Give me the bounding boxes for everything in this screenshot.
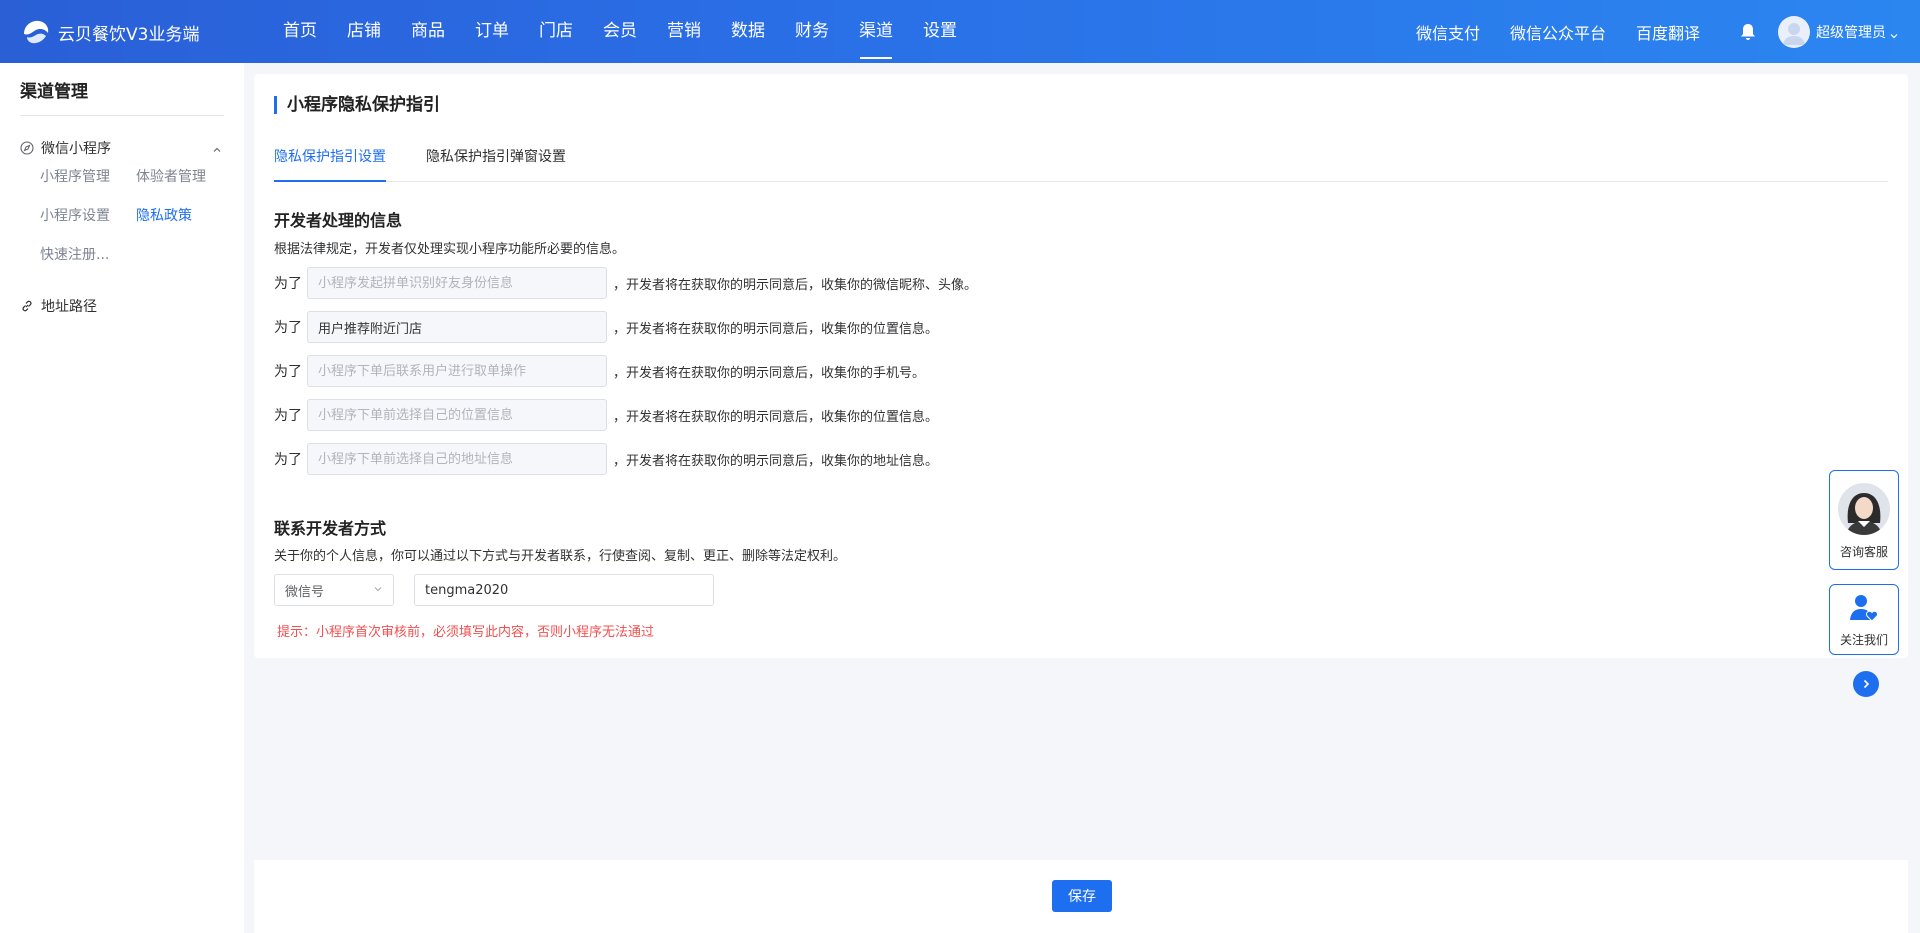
sidebar-group-wechat-miniprogram[interactable]: 微信小程序 [20, 136, 224, 160]
user-name: 超级管理员 [1816, 24, 1886, 41]
purpose-prefix: 为了 [274, 364, 302, 380]
purpose-prefix: 为了 [274, 452, 302, 468]
wechat-pay-link[interactable]: 微信支付 [1416, 20, 1480, 44]
developer-info-title: 开发者处理的信息 [274, 211, 403, 230]
customer-service-widget[interactable]: 咨询客服 [1829, 470, 1899, 570]
sidebar-item-miniprogram-settings[interactable]: 小程序设置 [40, 205, 110, 225]
purpose-suffix: ，开发者将在获取你的明示同意后，收集你的位置信息。 [613, 409, 939, 425]
header-right: 微信支付 微信公众平台 百度翻译 超级管理员 [1416, 0, 1920, 63]
chevron-up-icon [212, 143, 222, 153]
privacy-guide-card: 小程序隐私保护指引 隐私保护指引设置 隐私保护指引弹窗设置 开发者处理的信息 根… [254, 74, 1908, 658]
follow-us-widget[interactable]: 关注我们 [1829, 584, 1899, 655]
purpose-input[interactable] [307, 399, 607, 431]
purpose-prefix: 为了 [274, 408, 302, 424]
purpose-suffix: ，开发者将在获取你的明示同意后，收集你的位置信息。 [613, 321, 939, 337]
nav-item-settings[interactable]: 设置 [908, 0, 972, 63]
review-tip: 提示：小程序首次审核前，必须填写此内容，否则小程序无法通过 [277, 625, 655, 640]
compass-icon [20, 141, 34, 155]
nav-item-channel[interactable]: 渠道 [844, 0, 908, 63]
purpose-suffix: ，开发者将在获取你的明示同意后，收集你的地址信息。 [613, 453, 939, 469]
purpose-input[interactable] [307, 311, 607, 343]
nav-item-goods[interactable]: 商品 [396, 0, 460, 63]
link-icon [20, 299, 34, 313]
footer-bar: 保存 [254, 860, 1908, 933]
nav-item-members[interactable]: 会员 [588, 0, 652, 63]
nav-item-shop[interactable]: 店铺 [332, 0, 396, 63]
tab-privacy-popup-settings[interactable]: 隐私保护指引弹窗设置 [426, 142, 566, 182]
nav-item-home[interactable]: 首页 [268, 0, 332, 63]
purpose-input[interactable] [307, 267, 607, 299]
baidu-translate-link[interactable]: 百度翻译 [1636, 20, 1700, 44]
brand-logo-icon [21, 17, 51, 47]
purpose-row: 为了 ，开发者将在获取你的明示同意后，收集你的地址信息。 [274, 443, 938, 475]
sidebar: 渠道管理 微信小程序 小程序管理 体验者管理 小程序设置 隐私政策 快速注册..… [0, 63, 244, 933]
sidebar-divider [20, 115, 224, 116]
wechat-mp-link[interactable]: 微信公众平台 [1510, 20, 1606, 44]
purpose-prefix: 为了 [274, 276, 302, 292]
purpose-row: 为了 ，开发者将在获取你的明示同意后，收集你的微信昵称、头像。 [274, 267, 977, 299]
purpose-row: 为了 ，开发者将在获取你的明示同意后，收集你的位置信息。 [274, 311, 938, 343]
contact-desc: 关于你的个人信息，你可以通过以下方式与开发者联系，行使查阅、复制、更正、删除等法… [274, 549, 847, 564]
nav-item-stores[interactable]: 门店 [524, 0, 588, 63]
developer-info-desc: 根据法律规定，开发者仅处理实现小程序功能所必要的信息。 [274, 242, 626, 257]
follow-us-label: 关注我们 [1839, 633, 1888, 647]
purpose-suffix: ，开发者将在获取你的明示同意后，收集你的微信昵称、头像。 [613, 277, 978, 293]
contact-title: 联系开发者方式 [274, 519, 387, 538]
purpose-prefix: 为了 [274, 320, 302, 336]
sidebar-item-tester-management[interactable]: 体验者管理 [136, 166, 206, 186]
top-bar: 云贝餐饮V3业务端 首页 店铺 商品 订单 门店 会员 营销 数据 财务 渠道 … [0, 0, 1920, 63]
sidebar-group-address-path[interactable]: 地址路径 [20, 294, 224, 318]
sidebar-item-quick-register[interactable]: 快速注册... [40, 244, 109, 264]
brand-name: 云贝餐饮V3业务端 [58, 24, 200, 45]
sidebar-item-miniprogram-management[interactable]: 小程序管理 [40, 166, 110, 186]
sidebar-group-label: 微信小程序 [41, 141, 111, 157]
main-nav: 首页 店铺 商品 订单 门店 会员 营销 数据 财务 渠道 设置 [268, 0, 972, 63]
page-title: 小程序隐私保护指引 [274, 96, 440, 114]
nav-item-finance[interactable]: 财务 [780, 0, 844, 63]
chevron-right-icon[interactable] [1853, 671, 1879, 697]
nav-item-orders[interactable]: 订单 [460, 0, 524, 63]
purpose-input[interactable] [307, 443, 607, 475]
save-button[interactable]: 保存 [1052, 880, 1112, 912]
nav-item-marketing[interactable]: 营销 [652, 0, 716, 63]
contact-method-select[interactable]: 微信号 [274, 574, 394, 606]
purpose-row: 为了 ，开发者将在获取你的明示同意后，收集你的手机号。 [274, 355, 925, 387]
bell-icon[interactable] [1738, 22, 1758, 42]
sidebar-title: 渠道管理 [20, 82, 88, 102]
purpose-row: 为了 ，开发者将在获取你的明示同意后，收集你的位置信息。 [274, 399, 938, 431]
purpose-input[interactable] [307, 355, 607, 387]
contact-value-input[interactable] [414, 574, 714, 606]
customer-service-label: 咨询客服 [1839, 545, 1888, 559]
tab-privacy-guide-settings[interactable]: 隐私保护指引设置 [274, 142, 386, 182]
tab-bar: 隐私保护指引设置 隐私保护指引弹窗设置 [274, 142, 1888, 182]
follow-user-icon [1849, 593, 1879, 627]
customer-service-avatar [1838, 483, 1890, 535]
purpose-suffix: ，开发者将在获取你的明示同意后，收集你的手机号。 [613, 365, 926, 381]
user-menu[interactable]: 超级管理员 [1778, 15, 1898, 48]
brand[interactable]: 云贝餐饮V3业务端 [21, 17, 199, 47]
user-avatar-icon [1778, 15, 1810, 48]
sidebar-group-label: 地址路径 [41, 299, 97, 315]
nav-item-data[interactable]: 数据 [716, 0, 780, 63]
chevron-down-icon [373, 582, 383, 598]
contact-method-value: 微信号 [285, 584, 325, 600]
sidebar-item-privacy-policy[interactable]: 隐私政策 [136, 205, 192, 225]
chevron-down-icon [1890, 28, 1898, 38]
